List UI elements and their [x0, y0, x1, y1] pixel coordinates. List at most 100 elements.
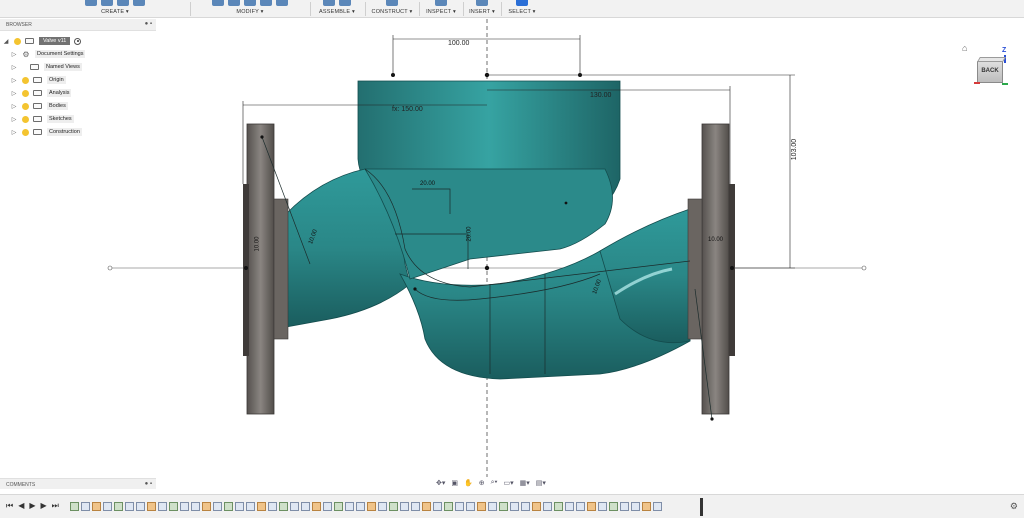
create-menu[interactable]: CREATE ▾ [80, 0, 150, 18]
folder-icon [30, 64, 39, 70]
viewcube[interactable]: ⌂ Z BACK [960, 39, 1020, 94]
timeline-controls: ⏮ ◀ ▶ ▶ ⏭ [6, 501, 59, 511]
inspect-menu-label: INSPECT ▾ [426, 9, 456, 15]
browser-header: BROWSER ● ▪ [0, 19, 156, 31]
browser-item-construction[interactable]: ▷ Construction [10, 127, 82, 137]
construct-menu[interactable]: CONSTRUCT ▾ [368, 0, 416, 18]
browser-root-node[interactable]: ◢ Valve v11 [2, 36, 82, 46]
right-flange-neck [687, 198, 703, 340]
dimension-height[interactable]: 103.00 [791, 139, 798, 160]
browser-item-sketches[interactable]: ▷ Sketches [10, 114, 74, 124]
dimension-inner-a[interactable]: 20.00 [420, 181, 435, 187]
dimension-right-span[interactable]: 130.00 [590, 92, 611, 99]
comments-collapse-icon[interactable]: ● ▪ [145, 481, 152, 487]
zoom-icon[interactable]: ⊕ [479, 479, 485, 487]
expand-arrow-icon[interactable]: ▷ [10, 51, 18, 58]
home-icon[interactable]: ⌂ [962, 43, 967, 53]
folder-icon [33, 129, 42, 135]
select-menu[interactable]: SELECT ▾ [504, 0, 540, 18]
grid-settings-icon[interactable]: ▦▾ [520, 479, 530, 487]
expand-arrow-icon[interactable]: ▷ [10, 64, 18, 71]
folder-icon [33, 103, 42, 109]
browser-item-document-settings[interactable]: ▷ ⚙ Document Settings [10, 49, 86, 59]
insert-menu-label: INSERT ▾ [469, 9, 495, 15]
assemble-menu[interactable]: ASSEMBLE ▾ [312, 0, 362, 18]
assemble-menu-label: ASSEMBLE ▾ [319, 9, 355, 15]
axis-end-point [107, 265, 113, 271]
expand-arrow-icon[interactable]: ▷ [10, 103, 18, 110]
expand-arrow-icon[interactable]: ▷ [10, 116, 18, 123]
visibility-bulb-icon[interactable] [22, 102, 29, 110]
timeline-features[interactable] [70, 502, 662, 511]
browser-item-label: Named Views [44, 63, 82, 71]
comments-title: COMMENTS [6, 482, 36, 488]
timeline-settings-gear-icon[interactable]: ⚙ [1010, 501, 1018, 512]
timeline-previous-icon[interactable]: ◀ [18, 501, 24, 511]
timeline: ⏮ ◀ ▶ ▶ ⏭ ⚙ [0, 494, 1024, 518]
select-menu-label: SELECT ▾ [508, 9, 536, 15]
visibility-bulb-icon[interactable] [22, 89, 29, 97]
visibility-bulb-icon[interactable] [22, 76, 29, 84]
toolbar-divider [365, 2, 366, 16]
collapse-arrow-icon[interactable]: ◢ [2, 38, 10, 45]
dimension-inner-b[interactable]: 20.00 [467, 226, 473, 241]
browser-item-label: Sketches [47, 115, 74, 123]
modify-tool-icons [195, 0, 305, 7]
timeline-play-icon[interactable]: ▶ [29, 501, 35, 511]
timeline-next-icon[interactable]: ▶ [41, 501, 47, 511]
fit-icon[interactable]: ⌕▾ [491, 479, 498, 487]
expand-arrow-icon[interactable]: ▷ [10, 90, 18, 97]
viewcube-top-face[interactable] [977, 57, 1006, 62]
left-flange-neck [273, 198, 289, 340]
browser-item-named-views[interactable]: ▷ Named Views [10, 62, 82, 72]
x-axis-line [974, 82, 980, 84]
dimension-left-span[interactable]: fx: 150.00 [392, 106, 423, 113]
insert-tool-icons [466, 0, 498, 7]
toolbar-divider [190, 2, 191, 16]
browser-item-analysis[interactable]: ▷ Analysis [10, 88, 72, 98]
timeline-start-icon[interactable]: ⏮ [6, 501, 13, 511]
display-settings-icon[interactable]: ▭▾ [503, 479, 513, 487]
visibility-bulb-icon[interactable] [22, 128, 29, 136]
orbit-icon[interactable]: ✥▾ [436, 479, 445, 487]
root-component-label[interactable]: Valve v11 [39, 37, 71, 45]
viewports-icon[interactable]: ▤▾ [536, 479, 546, 487]
folder-icon [33, 116, 42, 122]
expand-arrow-icon[interactable]: ▷ [10, 77, 18, 84]
viewcube-face-label: BACK [981, 68, 999, 74]
activate-radio-icon[interactable] [74, 37, 82, 45]
comments-panel[interactable]: COMMENTS ● ▪ [0, 478, 156, 489]
construct-menu-label: CONSTRUCT ▾ [371, 9, 413, 15]
z-axis-label: Z [1002, 47, 1007, 54]
toolbar-divider [419, 2, 420, 16]
assemble-tool-icons [312, 0, 362, 7]
axis-end-point [861, 265, 867, 271]
dimension-top-width[interactable]: 100.00 [448, 40, 469, 47]
visibility-bulb-icon[interactable] [22, 115, 29, 123]
timeline-end-icon[interactable]: ⏭ [52, 501, 59, 511]
browser-panel: BROWSER ● ▪ ◢ Valve v11 ▷ ⚙ Document Set… [0, 19, 156, 141]
y-axis-line [1002, 83, 1008, 85]
construct-tool-icons [368, 0, 416, 7]
viewcube-face[interactable]: BACK [977, 57, 1006, 83]
modify-menu[interactable]: MODIFY ▾ [195, 0, 305, 18]
component-icon [25, 38, 34, 44]
browser-item-label: Construction [47, 128, 82, 136]
browser-item-origin[interactable]: ▷ Origin [10, 75, 66, 85]
browser-item-bodies[interactable]: ▷ Bodies [10, 101, 68, 111]
expand-arrow-icon[interactable]: ▷ [10, 129, 18, 136]
toolbar: CREATE ▾ MODIFY ▾ ASSEMBLE ▾ CONSTRUCT ▾… [0, 0, 1024, 18]
pan-icon[interactable]: ✋ [464, 479, 473, 487]
dimension-left-offset[interactable]: 10.00 [255, 236, 261, 251]
navigation-bar: ✥▾ ▣ ✋ ⊕ ⌕▾ ▭▾ ▦▾ ▤▾ [436, 477, 546, 489]
dimension-right-offset[interactable]: 10.00 [708, 237, 723, 243]
visibility-bulb-icon[interactable] [14, 37, 21, 45]
insert-menu[interactable]: INSERT ▾ [466, 0, 498, 18]
inspect-menu[interactable]: INSPECT ▾ [422, 0, 460, 18]
create-tool-icons [80, 0, 150, 7]
browser-collapse-icon[interactable]: ● ▪ [145, 21, 152, 27]
left-flange [246, 123, 275, 415]
timeline-marker[interactable] [700, 498, 703, 516]
browser-item-label: Analysis [47, 89, 72, 97]
look-at-icon[interactable]: ▣ [451, 479, 458, 487]
